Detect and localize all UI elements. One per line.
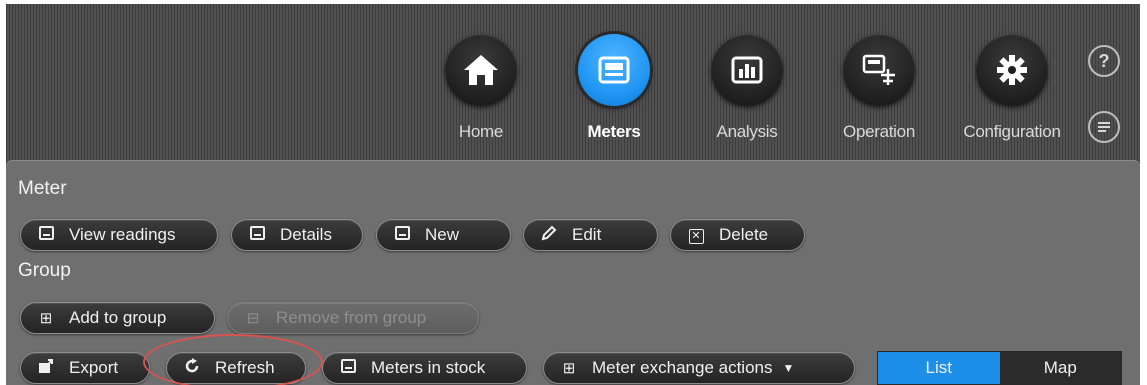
refresh-icon <box>183 357 201 379</box>
nav-analysis[interactable]: Analysis <box>692 34 802 142</box>
export-icon <box>37 358 55 378</box>
meter-exchange-icon: ⊞ <box>562 360 576 377</box>
meters-in-stock-label: Meters in stock <box>371 358 486 377</box>
remove-from-group-label: Remove from group <box>276 308 427 327</box>
meters-in-stock-button[interactable]: Meters in stock <box>322 352 527 384</box>
view-toggle: List Map <box>877 351 1122 385</box>
meter-small-icon <box>339 359 357 377</box>
add-to-group-label: Add to group <box>69 308 167 327</box>
remove-from-group-button[interactable]: ⊟ Remove from group <box>227 302 479 334</box>
nav-label-meters: Meters <box>587 122 641 141</box>
meter-small-icon <box>248 226 266 244</box>
details-label: Details <box>280 225 332 244</box>
nav-configuration[interactable]: Configuration <box>957 34 1067 142</box>
help-icon[interactable]: ? <box>1088 45 1120 77</box>
delete-label: Delete <box>719 225 769 244</box>
refresh-label: Refresh <box>215 358 275 377</box>
nav-label-home: Home <box>458 122 504 141</box>
delete-button[interactable]: ✕ Delete <box>670 219 805 251</box>
delete-box-icon: ✕ <box>687 226 705 244</box>
export-label: Export <box>69 358 119 377</box>
details-button[interactable]: Details <box>231 219 363 251</box>
meter-exchange-actions-dropdown[interactable]: ⊞ Meter exchange actions ▼ <box>543 352 855 384</box>
new-label: New <box>425 225 460 244</box>
nav-label-analysis: Analysis <box>716 122 778 141</box>
top-navigation-bar: Home Meters Analysis Operation Configura… <box>6 4 1140 164</box>
bar-chart-icon <box>711 34 783 106</box>
section-title-meter: Meter <box>18 178 67 199</box>
export-button[interactable]: Export <box>20 352 150 384</box>
chevron-down-icon: ▼ <box>782 361 795 375</box>
nav-label-operation: Operation <box>843 122 915 141</box>
view-readings-button[interactable]: View readings <box>20 219 218 251</box>
nav-meters[interactable]: Meters <box>559 34 669 142</box>
refresh-button[interactable]: Refresh <box>166 352 306 384</box>
tab-map[interactable]: Map <box>999 352 1121 384</box>
add-to-group-icon: ⊞ <box>39 310 53 327</box>
section-title-group: Group <box>18 260 71 281</box>
meter-icon <box>578 34 650 106</box>
tab-list[interactable]: List <box>878 352 1000 384</box>
nav-label-configuration: Configuration <box>963 122 1061 141</box>
edit-button[interactable]: Edit <box>523 219 658 251</box>
meter-small-icon <box>37 226 55 244</box>
new-button[interactable]: New <box>376 219 511 251</box>
nav-home[interactable]: Home <box>426 34 536 142</box>
notes-list-icon[interactable] <box>1088 111 1120 143</box>
pencil-icon <box>540 225 558 245</box>
edit-label: Edit <box>572 225 602 244</box>
add-to-group-button[interactable]: ⊞ Add to group <box>20 302 215 334</box>
nav-operation[interactable]: Operation <box>824 34 934 142</box>
home-icon <box>445 34 517 106</box>
remove-from-group-icon: ⊟ <box>246 310 260 327</box>
view-readings-label: View readings <box>69 225 176 244</box>
meter-exchange-actions-label: Meter exchange actions <box>592 358 773 377</box>
meter-small-icon <box>393 226 411 244</box>
gear-icon <box>976 34 1048 106</box>
operation-icon <box>843 34 915 106</box>
